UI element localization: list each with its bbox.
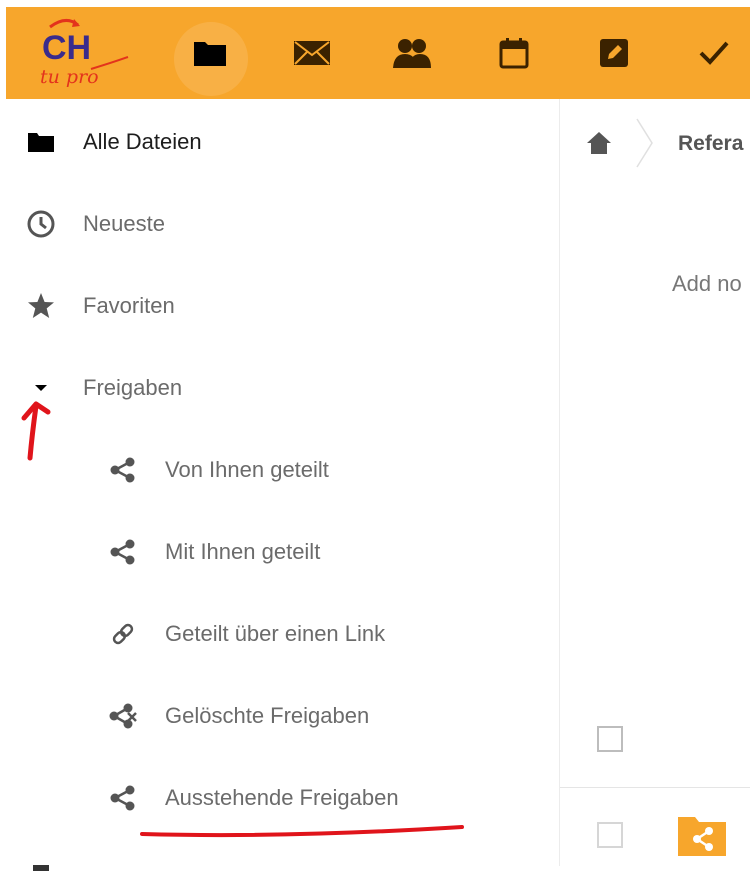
- app-header: CH tu pro: [6, 7, 750, 99]
- folder-icon: [26, 127, 56, 157]
- svg-text:tu pro: tu pro: [40, 66, 99, 88]
- app-files-button[interactable]: [164, 7, 256, 99]
- file-list-divider: [560, 787, 750, 788]
- sidebar-item-freigaben[interactable]: Freigaben: [6, 347, 559, 429]
- main-content: Refera Add no: [560, 99, 750, 866]
- folder-icon: [194, 42, 226, 66]
- sidebar-item-label: Ausstehende Freigaben: [165, 785, 399, 810]
- sidebar-item-geloeschte-freigaben[interactable]: Gelöschte Freigaben: [6, 675, 559, 757]
- app-logo[interactable]: CH tu pro: [36, 17, 131, 92]
- share-icon: [108, 455, 138, 485]
- notes-icon: [600, 39, 628, 67]
- sidebar-item-label: Alle Dateien: [83, 129, 202, 154]
- share-icon: [108, 537, 138, 567]
- breadcrumb-separator-icon: [635, 117, 655, 174]
- clock-icon: [26, 209, 56, 239]
- sidebar-item-partial[interactable]: [6, 843, 559, 873]
- app-calendar-button[interactable]: [468, 7, 560, 99]
- partial-icon: [26, 853, 56, 883]
- sidebar-item-alle-dateien[interactable]: Alle Dateien: [6, 101, 559, 183]
- sidebar: Alle Dateien Neueste Favoriten Freigaben…: [6, 99, 560, 871]
- star-icon: [26, 291, 56, 321]
- sidebar-item-favoriten[interactable]: Favoriten: [6, 265, 559, 347]
- caret-down-icon[interactable]: [26, 373, 56, 403]
- sidebar-item-label: Neueste: [83, 211, 165, 236]
- app-notes-button[interactable]: [568, 7, 660, 99]
- app-mail-button[interactable]: [266, 7, 358, 99]
- app-tasks-button[interactable]: [668, 7, 750, 99]
- sidebar-item-mit-ihnen-geteilt[interactable]: Mit Ihnen geteilt: [6, 511, 559, 593]
- calendar-icon: [499, 38, 529, 69]
- sidebar-item-ausstehende-freigaben[interactable]: Ausstehende Freigaben: [6, 757, 559, 839]
- sidebar-item-geteilt-ueber-link[interactable]: Geteilt über einen Link: [6, 593, 559, 675]
- shared-folder-icon[interactable]: [677, 813, 727, 862]
- sidebar-item-von-ihnen-geteilt[interactable]: Von Ihnen geteilt: [6, 429, 559, 511]
- select-all-checkbox[interactable]: [597, 726, 623, 752]
- svg-text:CH: CH: [42, 29, 91, 67]
- checkmark-icon: [699, 41, 729, 65]
- sidebar-item-label: Freigaben: [83, 375, 183, 400]
- home-icon[interactable]: [586, 131, 612, 160]
- sidebar-item-label: Mit Ihnen geteilt: [165, 539, 321, 564]
- sidebar-item-label: Gelöschte Freigaben: [165, 703, 370, 728]
- sidebar-item-label: Geteilt über einen Link: [165, 621, 386, 646]
- sidebar-item-label: Favoriten: [83, 293, 175, 318]
- sidebar-item-label: Von Ihnen geteilt: [165, 457, 329, 482]
- breadcrumb-current[interactable]: Refera: [678, 132, 743, 156]
- share-icon: [108, 783, 138, 813]
- app-contacts-button[interactable]: [366, 7, 458, 99]
- row-checkbox[interactable]: [597, 822, 623, 848]
- empty-content-text: Add no: [672, 271, 742, 296]
- mail-icon: [294, 41, 330, 65]
- link-icon: [108, 619, 138, 649]
- deleted-share-icon: [108, 701, 138, 731]
- sidebar-item-neueste[interactable]: Neueste: [6, 183, 559, 265]
- contacts-icon: [393, 39, 431, 68]
